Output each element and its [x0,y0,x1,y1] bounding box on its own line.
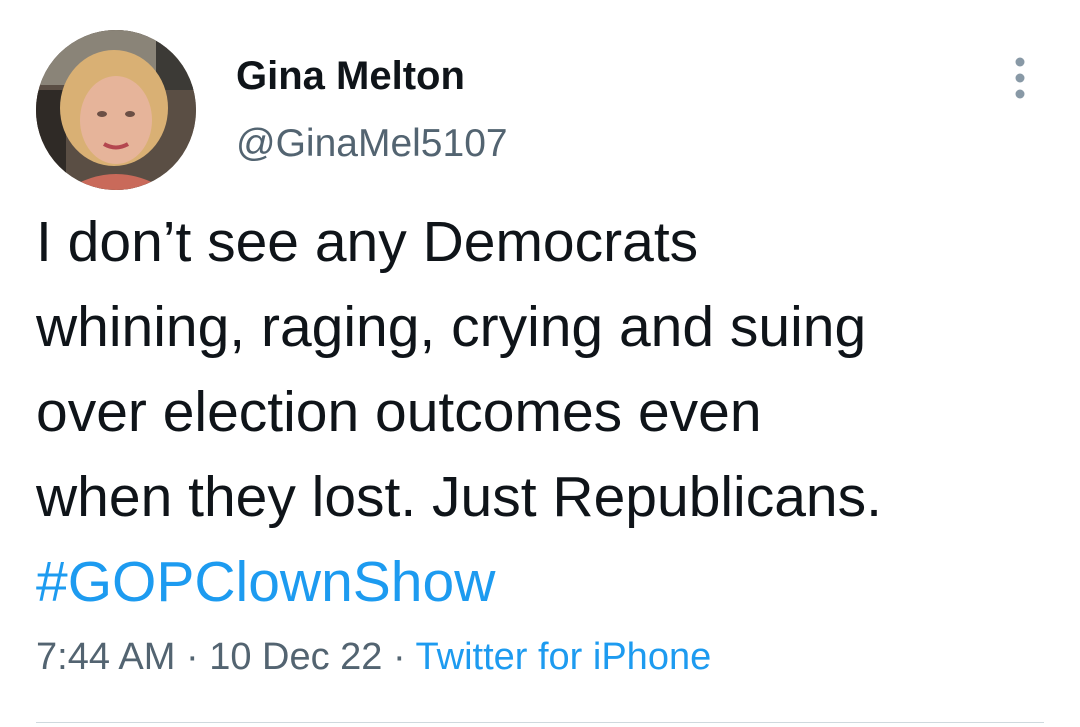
tweet-card: Gina Melton @GinaMel5107 I don’t see any… [0,0,1080,727]
avatar[interactable] [36,30,196,190]
tweet-source-link[interactable]: Twitter for iPhone [416,636,712,678]
divider [36,722,1044,723]
author-display-name[interactable]: Gina Melton [236,54,465,99]
tweet-text-line: whining, raging, crying and suing [36,295,867,359]
hashtag-link[interactable]: #GOPClownShow [36,540,1046,625]
profile-photo-icon [36,30,196,190]
tweet-text: I don’t see any Democrats whining, ragin… [36,200,1046,625]
tweet-text-line: over election outcomes even [36,380,762,444]
tweet-date[interactable]: 10 Dec 22 [209,636,382,678]
meta-separator: · [393,636,406,678]
more-options-button[interactable] [1000,52,1040,108]
author-handle[interactable]: @GinaMel5107 [236,122,508,166]
tweet-text-line: I don’t see any Democrats [36,210,699,274]
meta-separator: · [185,636,199,678]
tweet-time[interactable]: 7:44 AM [36,636,175,678]
more-vertical-icon [1015,57,1025,99]
tweet-metadata: 7:44 AM · 10 Dec 22 · Twitter for iPhone [36,636,711,679]
tweet-text-line: when they lost. Just Republicans. [36,465,882,529]
